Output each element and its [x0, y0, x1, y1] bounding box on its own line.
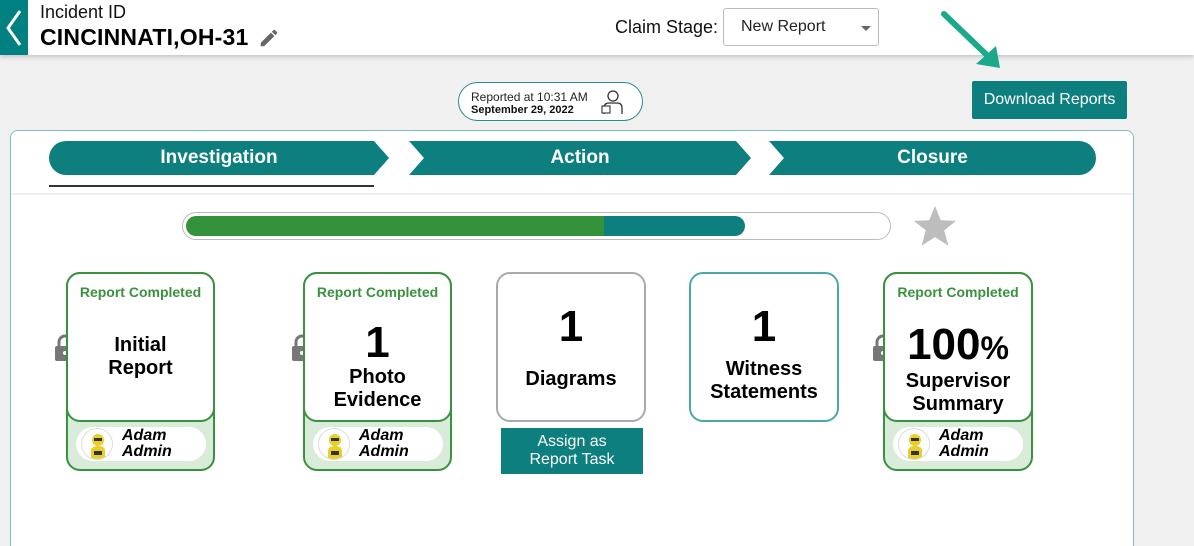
incident-id-value: CINCINNATI,OH-31 [40, 24, 249, 50]
card-body: Report Completed Initial Report [66, 272, 215, 422]
user-avatar-icon [898, 428, 930, 460]
user-avatar-icon [318, 428, 350, 460]
chevron-left-icon [6, 9, 22, 46]
user-chip: Adam Admin [313, 427, 443, 461]
claim-stage-label: Claim Stage: [615, 17, 719, 37]
star-icon [913, 205, 957, 246]
card-title-line1: Supervisor [905, 370, 1011, 392]
diagrams-card[interactable]: 1 Diagrams [496, 272, 646, 422]
reported-info: Reported at 10:31 AM September 29, 2022 [458, 82, 643, 121]
progress-partial-segment [604, 216, 745, 236]
tab-action[interactable]: Action [409, 141, 751, 175]
user-avatar-icon [81, 428, 113, 460]
initial-report-card[interactable]: Report Completed Initial Report Adam Admi… [66, 272, 215, 471]
tab-action-label: Action [550, 147, 610, 168]
reported-time: Reported at 10:31 AM [471, 90, 588, 104]
chevron-down-icon [861, 26, 871, 31]
card-title-line1: Diagrams [525, 368, 617, 390]
witness-count: 1 [751, 302, 777, 351]
card-title-line2: Report [108, 357, 173, 379]
back-button[interactable] [0, 0, 28, 55]
summary-percent: 100% [907, 320, 1009, 369]
assign-report-task-button[interactable]: Assign as Report Task [501, 428, 643, 474]
card-title-line2: Evidence [333, 389, 422, 411]
download-reports-button[interactable]: Download Reports [972, 81, 1127, 119]
card-title-line2: Summary [912, 393, 1004, 415]
status-badge: Report Completed [897, 284, 1019, 300]
user-chip: Adam Admin [893, 427, 1023, 461]
card-body: Report Completed 100% Supervisor Summary [883, 272, 1033, 422]
pencil-icon[interactable] [258, 27, 280, 49]
user-name: Adam Admin [122, 427, 172, 460]
claim-stage-value: New Report [741, 18, 826, 35]
claim-stage-select[interactable]: New Report [723, 8, 879, 46]
stage-tabs: Investigation Action Closure [11, 131, 1133, 195]
header-bar: Incident ID CINCINNATI,OH-31 Claim Stage… [0, 0, 1194, 55]
card-title-line1: Witness [725, 358, 803, 380]
card-title-line1: Initial [114, 334, 167, 356]
supervisor-summary-card[interactable]: Report Completed 100% Supervisor Summary… [883, 272, 1033, 471]
diagram-count: 1 [558, 302, 584, 351]
progress-bar [182, 212, 891, 240]
user-chip: Adam Admin [76, 427, 206, 461]
user-name: Adam Admin [359, 427, 409, 460]
annotation-arrow-icon [941, 11, 1000, 68]
card-title-line2: Statements [710, 381, 818, 403]
tab-investigation[interactable]: Investigation [49, 141, 389, 175]
person-icon [601, 90, 623, 114]
card-title-line1: Photo [349, 366, 406, 388]
status-badge: Report Completed [79, 284, 202, 300]
card-body: Report Completed 1 Photo Evidence [303, 272, 452, 422]
photo-count: 1 [365, 318, 390, 367]
reported-date: September 29, 2022 [471, 104, 574, 116]
progress-complete-segment [186, 216, 604, 236]
witness-statements-card[interactable]: 1 Witness Statements [689, 272, 839, 422]
active-tab-underline [49, 185, 374, 187]
status-badge: Report Completed [316, 284, 439, 300]
progress-fill [186, 216, 745, 236]
tab-closure-label: Closure [897, 147, 968, 168]
user-name: Adam Admin [939, 427, 989, 460]
incident-id-label: Incident ID [40, 2, 127, 22]
photo-evidence-card[interactable]: Report Completed 1 Photo Evidence Adam Ad… [303, 272, 452, 471]
tab-investigation-label: Investigation [160, 147, 278, 168]
tab-closure[interactable]: Closure [769, 141, 1096, 175]
